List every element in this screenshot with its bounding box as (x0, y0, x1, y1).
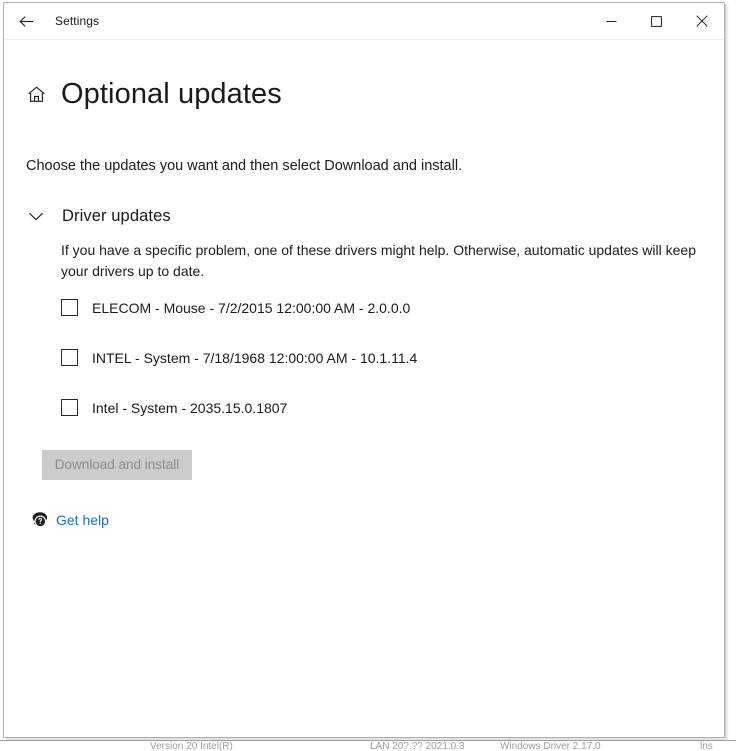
back-button[interactable] (4, 4, 48, 38)
driver-checkbox[interactable] (61, 349, 78, 367)
help-bubble-icon (27, 510, 49, 530)
maximize-icon (651, 15, 662, 27)
download-and-install-button[interactable]: Download and install (42, 449, 192, 480)
page-title: Optional updates (61, 78, 282, 111)
driver-checkbox[interactable] (61, 399, 78, 417)
minimize-button[interactable] (589, 3, 634, 39)
chevron-down-icon (28, 206, 56, 228)
close-icon (695, 15, 708, 27)
home-icon[interactable] (24, 81, 48, 107)
driver-list: ELECOM - Mouse - 7/2/2015 12:00:00 AM - … (61, 296, 702, 420)
driver-list-item[interactable]: ELECOM - Mouse - 7/2/2015 12:00:00 AM - … (61, 296, 702, 320)
window-bottom-shadow (6, 738, 728, 740)
page-header: Optional updates (26, 58, 702, 131)
maximize-button[interactable] (634, 3, 679, 39)
window-right-shadow (725, 4, 729, 740)
close-button[interactable] (679, 3, 724, 39)
driver-label: ELECOM - Mouse - 7/2/2015 12:00:00 AM - … (92, 299, 411, 316)
back-arrow-icon (18, 13, 35, 30)
driver-updates-description: If you have a specific problem, one of t… (61, 241, 696, 279)
driver-label: INTEL - System - 7/18/1968 12:00:00 AM -… (92, 349, 418, 366)
title-bar: Settings (4, 3, 724, 40)
get-help-row[interactable]: Get help (27, 510, 702, 530)
window-controls (589, 3, 724, 39)
driver-label: Intel - System - 2035.15.0.1807 (92, 399, 288, 416)
driver-checkbox[interactable] (61, 299, 78, 317)
driver-updates-title: Driver updates (62, 207, 171, 226)
driver-updates-section: Driver updates If you have a specific pr… (26, 206, 702, 530)
get-help-link[interactable]: Get help (56, 512, 109, 528)
page-content: Optional updates Choose the updates you … (4, 58, 724, 530)
page-subtitle: Choose the updates you want and then sel… (26, 157, 463, 174)
background-window-sliver: Version 20 Intel(R) LAN 20?.?? 2021.0.3 … (0, 740, 736, 751)
minimize-icon (606, 16, 617, 27)
driver-list-item[interactable]: Intel - System - 2035.15.0.1807 (61, 396, 702, 420)
settings-window: Settings Optional updates Choose the upd… (3, 2, 725, 738)
driver-updates-header[interactable]: Driver updates (26, 206, 702, 228)
window-title: Settings (55, 14, 100, 28)
driver-list-item[interactable]: INTEL - System - 7/18/1968 12:00:00 AM -… (61, 346, 702, 370)
